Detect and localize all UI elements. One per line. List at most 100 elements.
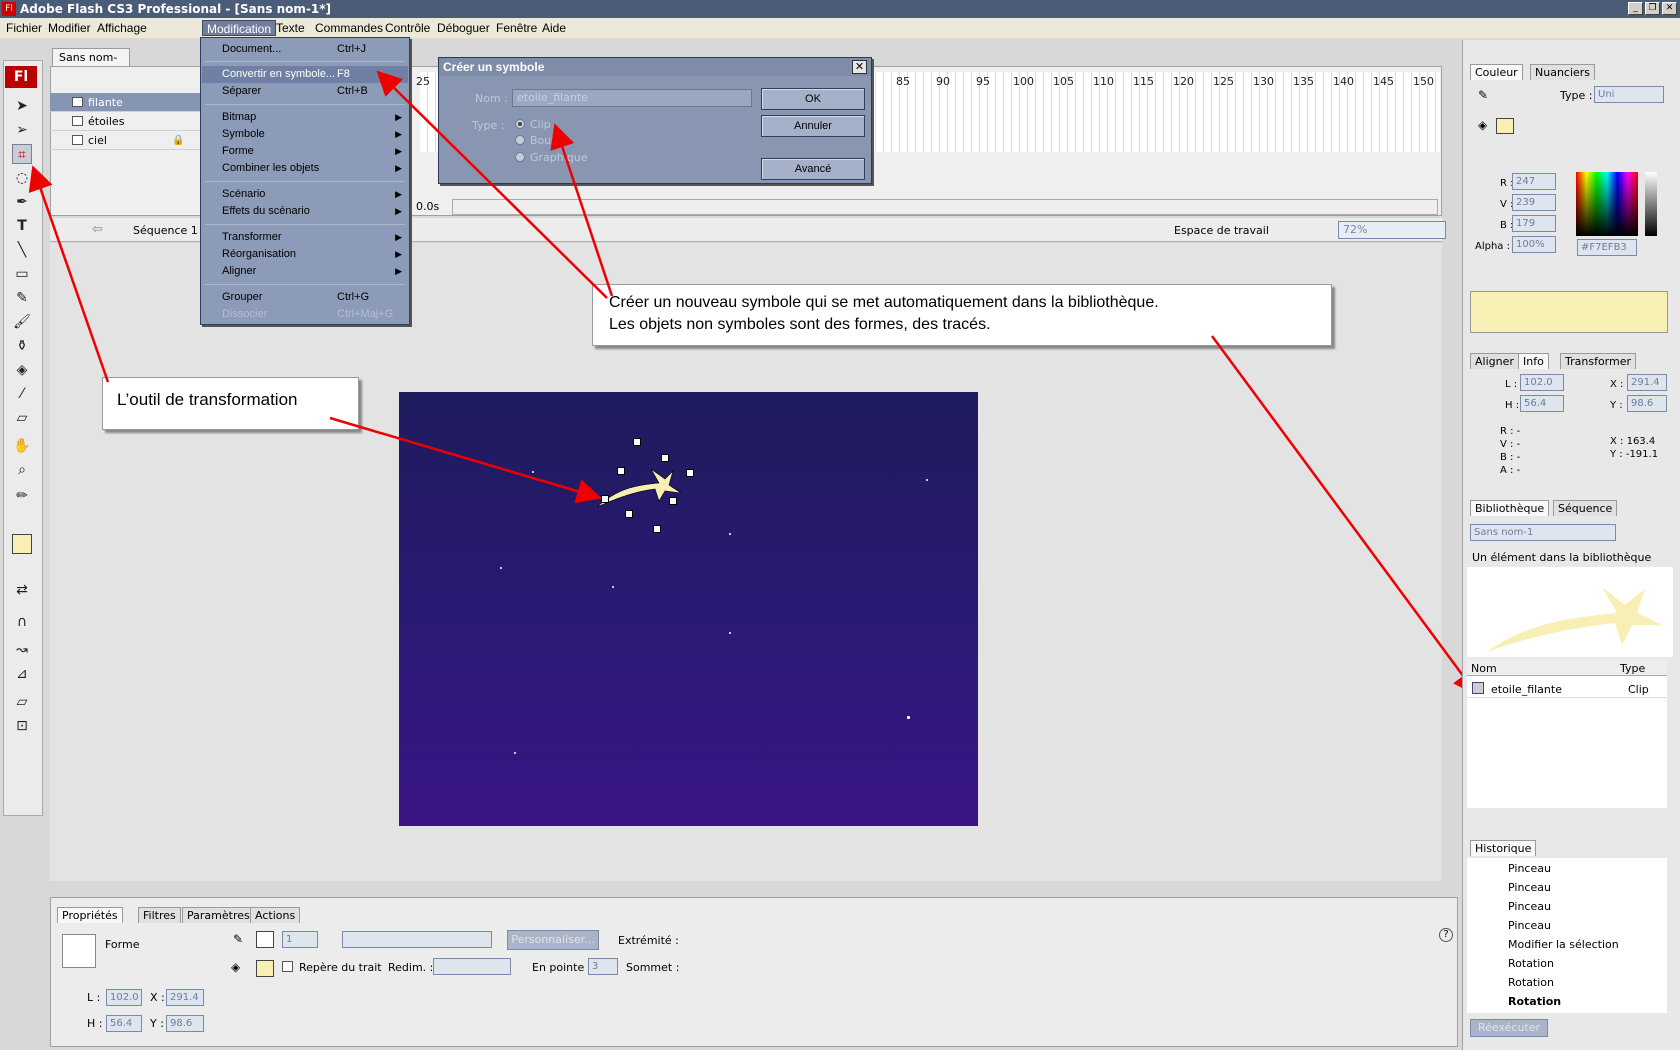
props-l-input[interactable]: 102.0 — [106, 989, 142, 1006]
alpha-input[interactable]: 100% — [1512, 236, 1556, 253]
lock-icon[interactable]: 🔒 — [172, 131, 184, 150]
menu-item-ungroup[interactable]: Dissocier Ctrl+Maj+G — [202, 306, 408, 323]
brightness-slider[interactable] — [1645, 172, 1657, 236]
v-input[interactable]: 239 — [1512, 194, 1556, 211]
stroke-style-select[interactable] — [342, 931, 492, 948]
history-item[interactable]: Modifier la sélection — [1508, 938, 1619, 951]
transform-handle[interactable] — [625, 510, 633, 518]
menu-item-timeline-effects[interactable]: Effets du scénario ▶ — [202, 203, 408, 220]
menu-aide[interactable]: Aide — [538, 20, 570, 36]
menu-texte[interactable]: Texte — [272, 20, 309, 36]
fill-type-select[interactable]: Uni — [1594, 86, 1664, 103]
menu-item-bitmap[interactable]: Bitmap ▶ — [202, 109, 408, 126]
stroke-color-swatch[interactable] — [256, 931, 274, 948]
transform-handle[interactable] — [601, 495, 609, 503]
props-y-input[interactable]: 98.6 — [166, 1015, 204, 1032]
cancel-button[interactable]: Annuler — [761, 115, 865, 137]
info-x-value[interactable]: 291.4 — [1627, 374, 1667, 391]
tab-aligner[interactable]: Aligner — [1470, 353, 1519, 369]
close-window-button[interactable]: ✕ — [1662, 2, 1677, 15]
back-arrow-icon[interactable]: ⇦ — [92, 222, 103, 237]
info-h-value[interactable]: 56.4 — [1520, 395, 1564, 412]
tab-info[interactable]: Info — [1518, 353, 1549, 369]
menu-item-break-apart[interactable]: Séparer Ctrl+B — [202, 83, 408, 100]
menu-modifier[interactable]: Modifier — [44, 20, 95, 36]
r-input[interactable]: 247 — [1512, 173, 1556, 190]
menu-item-align[interactable]: Aligner ▶ — [202, 263, 408, 280]
menu-item-group[interactable]: Grouper Ctrl+G — [202, 289, 408, 306]
layer-row[interactable]: filante — [50, 93, 200, 112]
menu-item-timeline[interactable]: Scénario ▶ — [202, 186, 408, 203]
b-input[interactable]: 179 — [1512, 215, 1556, 232]
tab-transformer[interactable]: Transformer — [1560, 353, 1637, 369]
shooting-star-shape[interactable] — [589, 457, 689, 527]
document-tab[interactable]: Sans nom-1* — [52, 48, 130, 82]
menu-item-combine[interactable]: Combiner les objets ▶ — [202, 160, 408, 177]
tab-historique[interactable]: Historique — [1470, 840, 1537, 856]
fill-bucket-icon[interactable]: ◈ — [1478, 118, 1487, 132]
tab-actions[interactable]: Actions — [250, 907, 301, 923]
layer-row[interactable]: étoiles — [50, 112, 200, 131]
transform-handle[interactable] — [661, 454, 669, 462]
minimize-button[interactable]: _ — [1628, 2, 1643, 15]
info-y-value[interactable]: 98.6 — [1627, 395, 1667, 412]
transform-handle[interactable] — [653, 525, 661, 533]
menu-deboguer[interactable]: Déboguer — [433, 20, 494, 36]
fill-swatch[interactable] — [1496, 118, 1514, 134]
menu-item-shape[interactable]: Forme ▶ — [202, 143, 408, 160]
menu-item-symbol[interactable]: Symbole ▶ — [202, 126, 408, 143]
tab-bibliotheque[interactable]: Bibliothèque — [1470, 500, 1550, 516]
transform-handle[interactable] — [617, 467, 625, 475]
library-item[interactable]: etoile_filante Clip — [1467, 680, 1667, 698]
dialog-close-button[interactable]: ✕ — [852, 60, 867, 74]
hex-input[interactable]: #F7EFB3 — [1577, 239, 1637, 256]
history-item[interactable]: Rotation — [1508, 957, 1554, 970]
stroke-hinting-checkbox[interactable] — [282, 961, 293, 972]
library-document-select[interactable]: Sans nom-1 — [1470, 524, 1616, 541]
menu-item-arrange[interactable]: Réorganisation ▶ — [202, 246, 408, 263]
custom-button[interactable]: Personnaliser... — [507, 930, 599, 950]
menu-controle[interactable]: Contrôle — [381, 20, 434, 36]
stroke-size-input[interactable]: 1 — [282, 931, 318, 948]
history-item[interactable]: Rotation — [1508, 976, 1554, 989]
menu-fichier[interactable]: Fichier — [2, 20, 46, 36]
history-item[interactable]: Rotation — [1508, 995, 1561, 1008]
history-item[interactable]: Pinceau — [1508, 900, 1551, 913]
menu-item-convert-to-symbol[interactable]: Convertir en symbole... F8 — [202, 66, 408, 83]
restore-button[interactable]: ❐ — [1645, 2, 1660, 15]
advanced-button[interactable]: Avancé — [761, 158, 865, 180]
layer-row[interactable]: ciel 🔒 — [50, 131, 200, 150]
stroke-pencil-icon[interactable]: ✎ — [1478, 88, 1488, 102]
replay-button[interactable]: Réexécuter — [1470, 1019, 1548, 1037]
scene-label[interactable]: Séquence 1 — [133, 224, 198, 237]
symbol-name-input[interactable]: etoile_filante — [512, 89, 752, 107]
menu-item-document[interactable]: Document... Ctrl+J — [202, 41, 408, 58]
history-item[interactable]: Pinceau — [1508, 881, 1551, 894]
menu-affichage[interactable]: Affichage — [93, 20, 151, 36]
scale-select[interactable] — [433, 958, 511, 975]
help-icon[interactable]: ? — [1439, 928, 1453, 942]
workspace-menu[interactable]: Espace de travail — [1174, 224, 1269, 237]
menu-item-transform[interactable]: Transformer ▶ — [202, 229, 408, 246]
fill-color-swatch[interactable] — [256, 960, 274, 977]
info-l-value[interactable]: 102.0 — [1520, 374, 1564, 391]
miter-input[interactable]: 3 — [588, 958, 618, 975]
tab-filtres[interactable]: Filtres — [138, 907, 181, 923]
stage[interactable] — [399, 392, 978, 826]
transform-handle[interactable] — [633, 438, 641, 446]
col-name[interactable]: Nom — [1471, 662, 1497, 675]
timeline-scrollbar[interactable] — [452, 199, 1438, 215]
type-clip-radio[interactable] — [515, 119, 525, 129]
tab-nuanciers[interactable]: Nuanciers — [1530, 64, 1596, 80]
type-graphic-radio[interactable] — [515, 152, 525, 162]
ok-button[interactable]: OK — [761, 88, 865, 110]
tab-sequence[interactable]: Séquence — [1553, 500, 1618, 516]
tab-proprietes[interactable]: Propriétés — [57, 907, 123, 923]
transform-handle[interactable] — [686, 469, 694, 477]
menu-modification[interactable]: Modification — [202, 20, 277, 36]
menu-fenetre[interactable]: Fenêtre — [492, 20, 541, 36]
col-type[interactable]: Type — [1620, 662, 1645, 675]
history-item[interactable]: Pinceau — [1508, 862, 1551, 875]
props-h-input[interactable]: 56.4 — [106, 1015, 142, 1032]
zoom-select[interactable]: 72% — [1338, 221, 1446, 239]
